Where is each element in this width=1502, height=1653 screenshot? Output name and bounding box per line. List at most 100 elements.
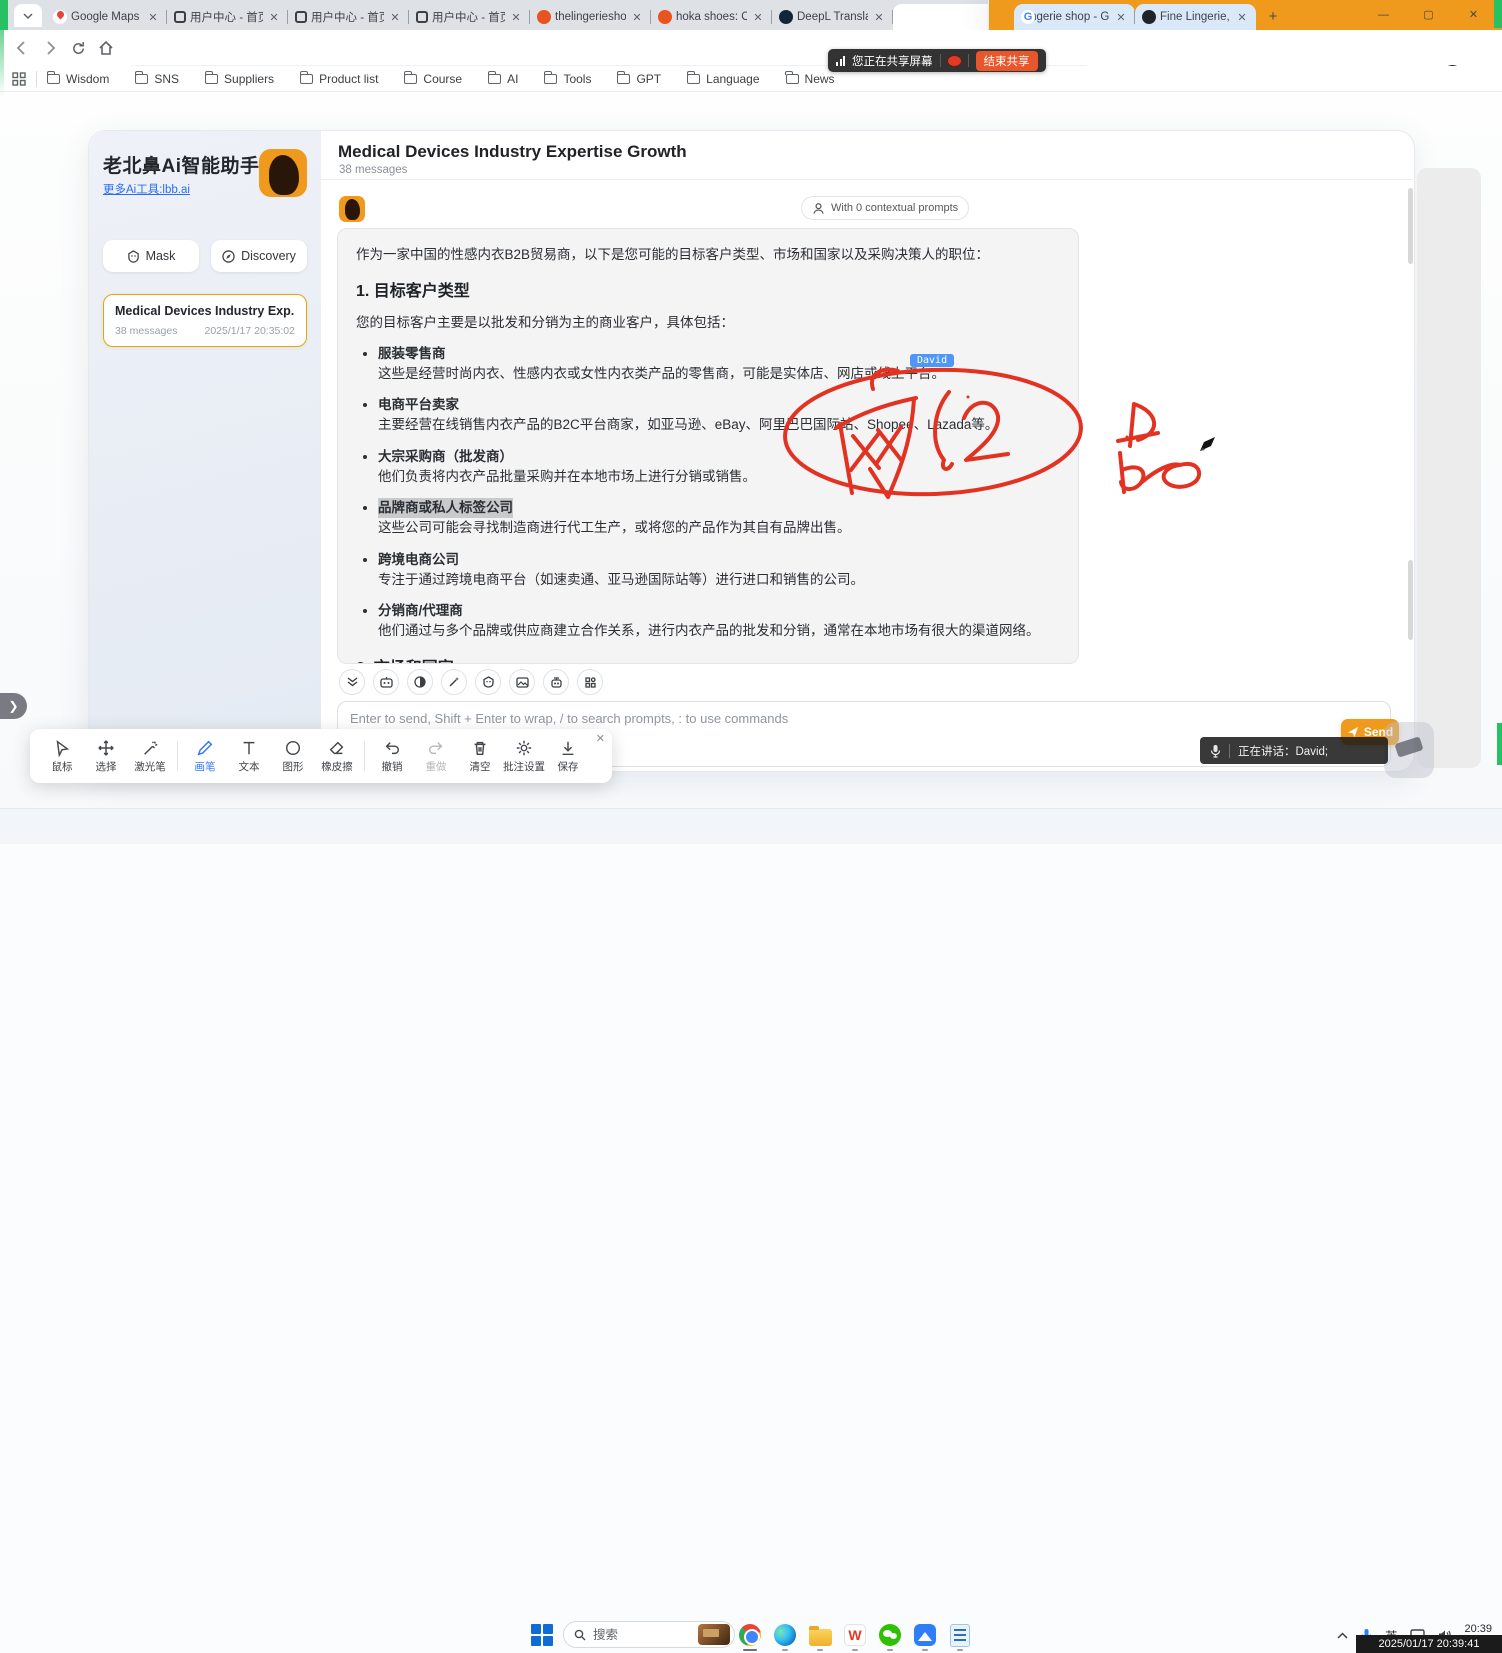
section-heading-1: 1. 目标客户类型 — [356, 280, 1060, 304]
taskbar-chrome[interactable] — [738, 1623, 762, 1647]
scrollbar-thumb[interactable] — [1408, 188, 1413, 264]
robot-face-icon[interactable] — [373, 669, 399, 695]
close-icon[interactable]: ✕ — [146, 11, 160, 24]
close-icon[interactable]: ✕ — [630, 11, 644, 24]
chevron-double-down-icon[interactable] — [339, 669, 365, 695]
restore-button[interactable]: ▢ — [1406, 0, 1451, 29]
taskbar-edge[interactable] — [773, 1623, 797, 1647]
tab-search-button[interactable] — [14, 4, 42, 27]
minimize-button[interactable]: — — [1361, 0, 1406, 29]
close-icon[interactable]: ✕ — [1114, 11, 1128, 24]
tool-shape[interactable]: 图形 — [271, 739, 315, 774]
tab-ai-assistant-active[interactable]: 老北鼻AI智能助手✕ — [893, 4, 1014, 30]
cursor-icon — [53, 739, 71, 757]
chat-app-window: 老北鼻Ai智能助手 更多Ai工具:lbb.ai Mask Discovery M… — [88, 130, 1415, 772]
discovery-button[interactable]: Discovery — [211, 240, 307, 272]
contextual-prompts-pill[interactable]: With 0 contextual prompts — [801, 196, 969, 220]
right-collapsed-panel — [1417, 168, 1481, 768]
grid-icon[interactable] — [577, 669, 603, 695]
close-icon[interactable]: ✕ — [509, 11, 523, 24]
tool-select[interactable]: 选择 — [84, 739, 128, 774]
tab-hoka-shoes[interactable]: hoka shoes: Ove✕ — [651, 4, 772, 30]
bookmark-sns[interactable]: SNS — [135, 72, 179, 86]
chrome-icon — [739, 1624, 761, 1646]
tool-text[interactable]: 文本 — [227, 739, 271, 774]
tool-mouse[interactable]: 鼠标 — [40, 739, 84, 774]
pen-icon — [196, 739, 214, 757]
bot-icon[interactable] — [543, 669, 569, 695]
magic-wand-icon[interactable] — [441, 669, 467, 695]
tool-redo[interactable]: 重做 — [414, 739, 458, 774]
toolbar-close-icon[interactable]: ✕ — [596, 732, 605, 745]
close-icon[interactable]: ✕ — [267, 11, 281, 24]
tab-user-center-3[interactable]: 用户中心 - 首页✕ — [409, 4, 530, 30]
new-tab-button[interactable]: + — [1262, 6, 1284, 28]
theme-icon[interactable] — [407, 669, 433, 695]
bookmark-suppliers[interactable]: Suppliers — [205, 72, 274, 86]
tab-deepl[interactable]: DeepL Translate✕ — [772, 4, 893, 30]
close-icon[interactable]: ✕ — [388, 11, 402, 24]
speaking-indicator: 正在讲话：David; — [1200, 737, 1388, 764]
mask-button[interactable]: Mask — [103, 240, 199, 272]
message-input[interactable] — [350, 711, 1378, 726]
chat-history-item[interactable]: Medical Devices Industry Exp... 38 messa… — [103, 294, 307, 347]
tool-laser-pen[interactable]: 激光笔 — [128, 739, 172, 774]
image-icon[interactable] — [509, 669, 535, 695]
close-icon[interactable]: ✕ — [1235, 11, 1249, 24]
apps-grid-icon[interactable] — [12, 72, 26, 86]
browser-tab-strip: Google Maps✕ 用户中心 - 首页✕ 用户中心 - 首页✕ 用户中心 … — [0, 0, 1502, 30]
bookmark-product-list[interactable]: Product list — [300, 72, 378, 86]
reload-button[interactable] — [64, 34, 92, 62]
page-title: Medical Devices Industry Expertise Growt… — [338, 142, 687, 162]
search-input[interactable] — [593, 1628, 691, 1642]
taskbar-file-explorer[interactable] — [808, 1623, 832, 1647]
bookmark-wisdom[interactable]: Wisdom — [47, 72, 109, 86]
back-button[interactable] — [8, 34, 36, 62]
taskbar-notepad[interactable] — [948, 1623, 972, 1647]
app-avatar — [259, 149, 307, 197]
bookmark-course[interactable]: Course — [404, 72, 462, 86]
more-tools-link[interactable]: 更多Ai工具:lbb.ai — [103, 181, 190, 197]
tool-clear[interactable]: 清空 — [458, 739, 502, 774]
stop-sharing-button[interactable]: 结束共享 — [976, 51, 1038, 71]
tool-settings[interactable]: 批注设置 — [502, 739, 546, 774]
bookmark-news[interactable]: News — [786, 72, 835, 86]
assistant-message: 作为一家中国的性感内衣B2B贸易商，以下是您可能的目标客户类型、市场和国家以及采… — [337, 228, 1079, 664]
tool-pen[interactable]: 画笔 — [183, 739, 227, 774]
forward-button[interactable] — [36, 34, 64, 62]
list-item: 品牌商或私人标签公司这些公司可能会寻找制造商进行代工生产，或将您的产品作为其自有… — [378, 498, 1060, 539]
taskbar-wechat[interactable] — [878, 1623, 902, 1647]
search-highlight-image[interactable] — [698, 1624, 730, 1645]
tab-user-center-1[interactable]: 用户中心 - 首页✕ — [167, 4, 288, 30]
tab-user-center-2[interactable]: 用户中心 - 首页✕ — [288, 4, 409, 30]
tool-eraser[interactable]: 橡皮擦 — [315, 739, 359, 774]
close-icon[interactable]: ✕ — [872, 11, 886, 24]
window-close-button[interactable]: ✕ — [1451, 0, 1496, 29]
bookmark-tools[interactable]: Tools — [544, 72, 591, 86]
floating-widget[interactable] — [1384, 722, 1434, 778]
scrollbar-thumb[interactable] — [1408, 560, 1413, 640]
tab-google-maps[interactable]: Google Maps✕ — [46, 4, 167, 30]
orange-site-icon — [537, 10, 551, 24]
mask-icon[interactable] — [475, 669, 501, 695]
bookmark-language[interactable]: Language — [687, 72, 759, 86]
tray-chevron-icon[interactable] — [1337, 1632, 1348, 1639]
tab-lingerie-shop[interactable]: Glingerie shop - G✕ — [1014, 4, 1135, 30]
close-icon[interactable]: ✕ — [751, 11, 765, 24]
taskbar-blue-app[interactable] — [913, 1623, 937, 1647]
tool-undo[interactable]: 撤销 — [370, 739, 414, 774]
tab-thelingerieshop[interactable]: thelingerieshop✕ — [530, 4, 651, 30]
panel-expand-handle[interactable]: ❯ — [0, 693, 27, 719]
gear-icon — [515, 739, 533, 757]
edge-icon — [774, 1624, 796, 1646]
tab-fine-lingerie[interactable]: Fine Lingerie, Sle✕ — [1135, 4, 1256, 30]
bookmark-gpt[interactable]: GPT — [617, 72, 661, 86]
home-button[interactable] — [92, 34, 120, 62]
start-button[interactable] — [531, 1624, 553, 1646]
bookmark-ai[interactable]: AI — [488, 72, 518, 86]
taskbar-search[interactable] — [563, 1621, 735, 1648]
trash-icon — [471, 739, 489, 757]
taskbar-wps[interactable]: W — [843, 1623, 867, 1647]
tool-save[interactable]: 保存 — [546, 739, 590, 774]
chat-item-time: 2025/1/17 20:35:02 — [204, 325, 295, 337]
